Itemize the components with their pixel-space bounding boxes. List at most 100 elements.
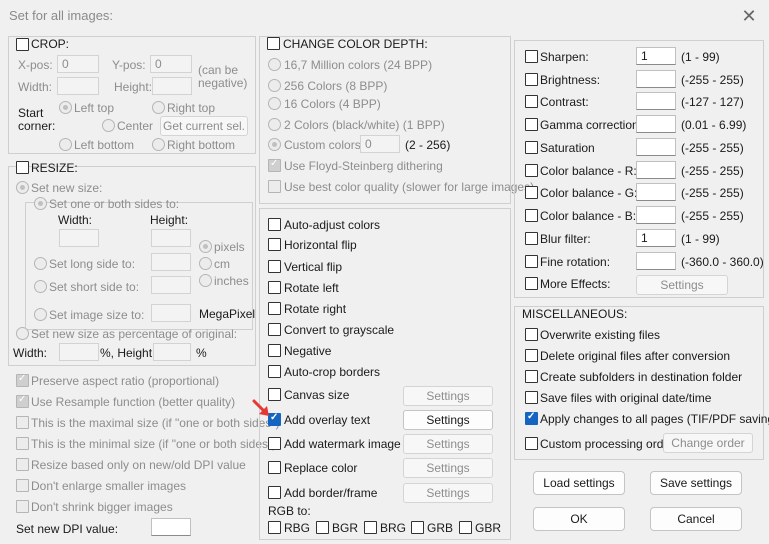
sharpen-checkbox[interactable]	[525, 50, 538, 63]
resample-checkbox[interactable]	[16, 394, 29, 408]
canvas-settings-button[interactable]: Settings	[403, 386, 493, 406]
hflip-checkbox[interactable]	[268, 238, 281, 251]
close-icon[interactable]: ✕	[737, 4, 761, 28]
image-size-input[interactable]	[151, 304, 191, 322]
percentage-radio[interactable]	[16, 327, 29, 340]
delete-original-checkbox[interactable]	[525, 349, 538, 362]
border-settings-button[interactable]: Settings	[403, 483, 493, 503]
overwrite-checkbox[interactable]	[525, 328, 538, 341]
grb-checkbox[interactable]	[411, 521, 424, 534]
custom-colors-input[interactable]: 0	[360, 135, 400, 153]
dont-shrink-checkbox[interactable]	[16, 500, 29, 513]
color-balance-b-checkbox[interactable]	[525, 209, 538, 222]
custom-colors-radio[interactable]	[268, 138, 281, 151]
more-effects-checkbox[interactable]	[525, 277, 538, 290]
color-balance-g-input[interactable]	[636, 183, 676, 201]
watermark-checkbox[interactable]	[268, 437, 281, 450]
saturation-checkbox[interactable]	[525, 141, 538, 154]
apply-all-pages-checkbox[interactable]	[525, 411, 538, 425]
brightness-input[interactable]	[636, 70, 676, 88]
contrast-input[interactable]	[636, 92, 676, 110]
more-effects-settings-button[interactable]: Settings	[636, 275, 728, 295]
floyd-steinberg-checkbox[interactable]	[268, 158, 281, 172]
save-settings-button[interactable]: Save settings	[650, 471, 742, 495]
rotate-left-checkbox[interactable]	[268, 281, 281, 294]
color-balance-r-checkbox[interactable]	[525, 164, 538, 177]
pct-height-input[interactable]	[153, 343, 191, 361]
rbg-checkbox[interactable]	[268, 521, 281, 534]
minimal-size-checkbox[interactable]	[16, 437, 29, 450]
replace-color-settings-button[interactable]: Settings	[403, 458, 493, 478]
xpos-input[interactable]: 0	[57, 55, 99, 73]
color-depth-checkbox[interactable]	[267, 37, 280, 50]
overlay-settings-button[interactable]: Settings	[403, 410, 493, 430]
right-bottom-radio[interactable]	[152, 138, 165, 151]
fine-rotation-checkbox[interactable]	[525, 255, 538, 268]
image-size-radio[interactable]	[34, 308, 47, 321]
resize-width-input[interactable]	[59, 229, 99, 247]
get-current-selection-button[interactable]: Get current sel.	[160, 116, 248, 136]
left-top-radio[interactable]	[59, 101, 72, 114]
fine-rotation-input[interactable]	[636, 252, 676, 270]
blur-input[interactable]: 1	[636, 229, 676, 247]
border-frame-checkbox[interactable]	[268, 486, 281, 499]
color-8bpp-radio[interactable]	[268, 79, 281, 92]
save-date-checkbox[interactable]	[525, 391, 538, 404]
color-1bpp-radio[interactable]	[268, 118, 281, 131]
right-top-radio[interactable]	[152, 101, 165, 114]
negative-checkbox[interactable]	[268, 344, 281, 357]
autocrop-checkbox[interactable]	[268, 365, 281, 378]
grayscale-checkbox[interactable]	[268, 323, 281, 336]
one-or-both-radio[interactable]	[34, 197, 47, 210]
long-side-radio[interactable]	[34, 257, 47, 270]
pct-width-input[interactable]	[59, 343, 99, 361]
cm-radio[interactable]	[199, 257, 212, 270]
set-new-size-radio[interactable]	[16, 181, 29, 194]
sharpen-input[interactable]: 1	[636, 47, 676, 65]
color-balance-r-input[interactable]	[636, 161, 676, 179]
ypos-input[interactable]: 0	[150, 55, 192, 73]
left-bottom-radio[interactable]	[59, 138, 72, 151]
color-balance-b-input[interactable]	[636, 206, 676, 224]
bgr-checkbox[interactable]	[316, 521, 329, 534]
subfolders-checkbox[interactable]	[525, 370, 538, 383]
center-radio[interactable]	[102, 119, 115, 132]
resize-checkbox[interactable]	[16, 161, 29, 174]
ok-button[interactable]: OK	[533, 507, 625, 531]
gamma-checkbox[interactable]	[525, 118, 538, 131]
crop-width-input[interactable]	[57, 77, 99, 95]
best-quality-checkbox[interactable]	[268, 180, 281, 193]
rotate-right-checkbox[interactable]	[268, 302, 281, 315]
resize-height-input[interactable]	[151, 229, 191, 247]
saturation-input[interactable]	[636, 138, 676, 156]
inches-radio[interactable]	[199, 274, 212, 287]
replace-color-checkbox[interactable]	[268, 461, 281, 474]
pixels-radio[interactable]	[199, 240, 212, 253]
contrast-checkbox[interactable]	[525, 95, 538, 108]
dpi-based-checkbox[interactable]	[16, 458, 29, 471]
maximal-size-checkbox[interactable]	[16, 416, 29, 429]
color-24bpp-radio[interactable]	[268, 58, 281, 71]
preserve-aspect-checkbox[interactable]	[16, 373, 29, 387]
short-side-input[interactable]	[151, 276, 191, 294]
gamma-input[interactable]	[636, 115, 676, 133]
watermark-settings-button[interactable]: Settings	[403, 434, 493, 454]
dpi-value-input[interactable]	[151, 518, 191, 536]
crop-height-input[interactable]	[152, 77, 192, 95]
color-balance-g-checkbox[interactable]	[525, 186, 538, 199]
blur-checkbox[interactable]	[525, 232, 538, 245]
long-side-input[interactable]	[151, 253, 191, 271]
vflip-checkbox[interactable]	[268, 260, 281, 273]
gbr-checkbox[interactable]	[459, 521, 472, 534]
brightness-checkbox[interactable]	[525, 73, 538, 86]
auto-adjust-checkbox[interactable]	[268, 218, 281, 231]
color-4bpp-radio[interactable]	[268, 97, 281, 110]
dont-enlarge-checkbox[interactable]	[16, 479, 29, 492]
load-settings-button[interactable]: Load settings	[533, 471, 625, 495]
change-order-button[interactable]: Change order	[663, 433, 753, 453]
custom-order-checkbox[interactable]	[525, 437, 538, 450]
brg-checkbox[interactable]	[364, 521, 377, 534]
cancel-button[interactable]: Cancel	[650, 507, 742, 531]
short-side-radio[interactable]	[34, 280, 47, 293]
crop-checkbox[interactable]	[16, 38, 29, 51]
